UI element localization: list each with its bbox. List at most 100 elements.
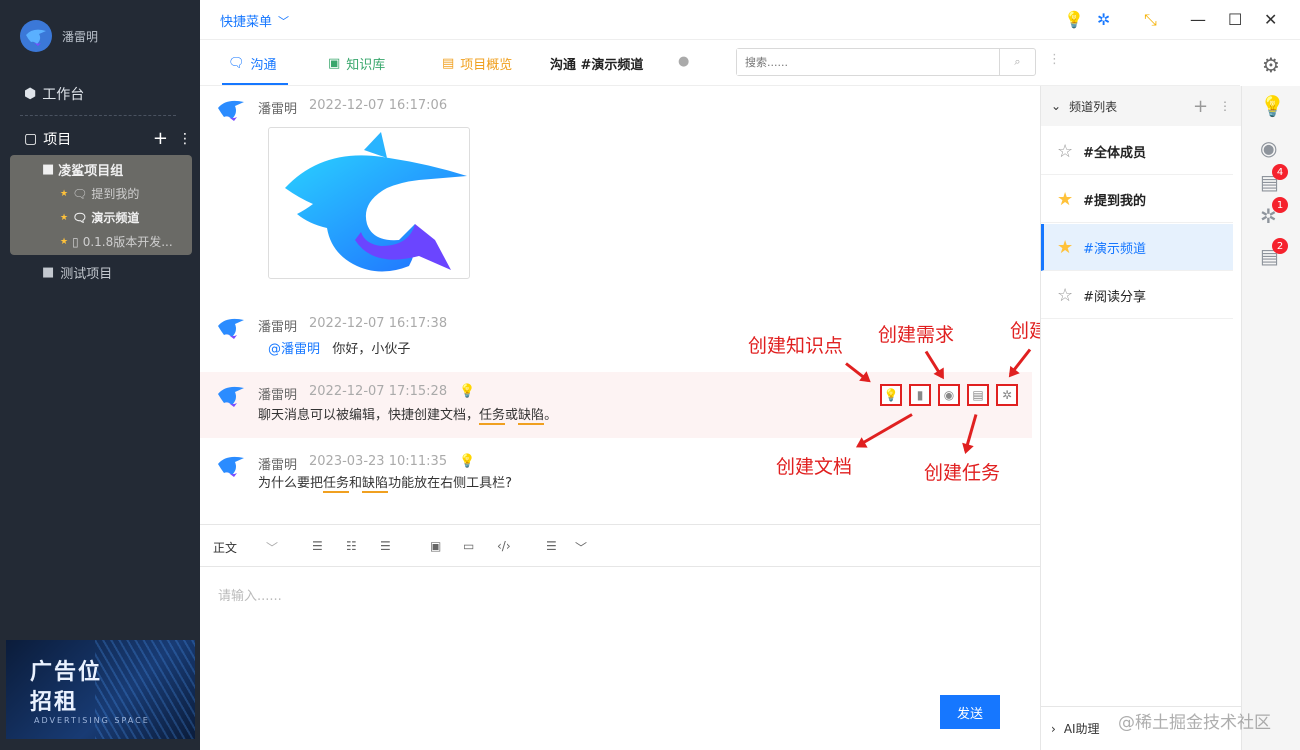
- tab-bar: 🗨 沟通 ▣ 知识库 ▤ 项目概览 沟通 #演示频道 ● ⌕ ⋮: [200, 40, 1240, 86]
- grid-icon: ▢: [24, 130, 38, 147]
- channel-name: #全体成员: [1083, 145, 1147, 161]
- tree-item-mentions[interactable]: ★ 🗨 提到我的: [60, 185, 139, 202]
- ordered-list-icon[interactable]: ☷: [346, 539, 357, 553]
- bug-icon[interactable]: ✲: [1097, 10, 1110, 29]
- channel-item[interactable]: ☆ #全体成员: [1041, 128, 1233, 175]
- star-outline-icon[interactable]: ☆: [1057, 141, 1073, 162]
- folder-icon: ■: [42, 162, 55, 177]
- add-channel-icon[interactable]: +: [1193, 96, 1208, 117]
- text-style-select[interactable]: 正文: [213, 539, 237, 556]
- create-bug-icon[interactable]: ✲: [996, 384, 1018, 406]
- message-input[interactable]: 请输入......: [218, 585, 282, 604]
- checklist-icon[interactable]: ☰: [380, 539, 391, 553]
- format-icon[interactable]: ☰: [546, 539, 557, 553]
- folder-icon: ■: [42, 265, 55, 280]
- star-icon: ★: [60, 188, 69, 199]
- tab-label: 知识库: [346, 58, 386, 73]
- star-outline-icon[interactable]: ☆: [1057, 285, 1073, 306]
- bullet-list-icon[interactable]: ☰: [312, 539, 323, 553]
- create-knowledge-icon[interactable]: 💡: [880, 384, 902, 406]
- mention-link[interactable]: @潘雷明: [268, 342, 320, 357]
- member-icon[interactable]: ●: [678, 54, 689, 69]
- chat-area: 潘雷明 2022-12-07 16:17:06 潘雷明 2022-12-07 16:…: [200, 86, 1040, 524]
- chevron-right-icon: ›: [1051, 721, 1056, 736]
- avatar: [218, 386, 244, 407]
- close-icon[interactable]: ✕: [1264, 10, 1277, 29]
- bulb-icon: 💡: [459, 384, 476, 399]
- add-project-icon[interactable]: +: [153, 128, 168, 149]
- maximize-icon[interactable]: ☐: [1228, 10, 1242, 29]
- create-doc-icon[interactable]: ▮: [909, 384, 931, 406]
- more-icon[interactable]: ⋮: [178, 131, 192, 147]
- tab-knowledge[interactable]: ▣ 知识库: [328, 54, 385, 73]
- channel-item[interactable]: ★ #提到我的: [1041, 176, 1233, 223]
- bulb-icon: 💡: [459, 454, 476, 469]
- chevron-down-icon[interactable]: ﹀: [266, 539, 278, 556]
- user-profile[interactable]: 潘雷明: [20, 20, 98, 52]
- message-time: 2022-12-07 16:17:06: [309, 98, 448, 113]
- project-group-item[interactable]: ■ 凌鲨项目组: [42, 160, 123, 179]
- star-filled-icon[interactable]: ★: [1057, 189, 1073, 210]
- message-author: 潘雷明: [258, 388, 298, 403]
- annotation-create-knowledge: 创建知识点: [748, 335, 844, 357]
- tree-item-test-project[interactable]: ■ 测试项目: [42, 263, 112, 282]
- chevron-down-icon[interactable]: ﹀: [575, 539, 587, 556]
- search-input[interactable]: [737, 49, 999, 75]
- gear-icon[interactable]: ⚙: [1262, 53, 1280, 77]
- more-icon[interactable]: ⋮: [1048, 52, 1061, 67]
- top-bar: 快捷菜单 ﹀ 💡 ✲ ⤡ — ☐ ✕: [200, 0, 1300, 40]
- code-icon[interactable]: ‹/›: [497, 539, 511, 553]
- quick-menu[interactable]: 快捷菜单 ﹀: [220, 11, 289, 31]
- message-editor: 正文 ﹀ ☰ ☷ ☰ ▣ ▭ ‹/› ☰ ﹀ 请输入...... 发送: [200, 524, 1040, 750]
- create-requirement-icon[interactable]: ◉: [938, 384, 960, 406]
- channel-name: #阅读分享: [1083, 289, 1147, 305]
- chat-icon: 🗨: [72, 186, 88, 201]
- project-group-name: 凌鲨项目组: [58, 164, 124, 179]
- project-header: ▢ 项目 + ⋮: [24, 128, 192, 149]
- left-sidebar: 潘雷明 ⬢ 工作台 ▢ 项目 + ⋮ ■ 凌鲨项目组 ★ 🗨 提到我的 ★ 🗨 …: [0, 0, 200, 750]
- create-task-icon[interactable]: ▤: [967, 384, 989, 406]
- chevron-down-icon[interactable]: ⌄: [1051, 99, 1061, 113]
- shark-logo-image: [285, 132, 467, 272]
- tree-item-doc[interactable]: ★ ▯ 0.1.8版本开发...: [60, 233, 173, 250]
- message-keyword[interactable]: 缺陷: [518, 408, 545, 425]
- tab-overview[interactable]: ▤ 项目概览: [442, 54, 512, 73]
- channel-item[interactable]: ☆ #阅读分享: [1041, 272, 1233, 319]
- message-actions: 💡 ▮ ◉ ▤ ✲: [880, 384, 1018, 406]
- image-icon[interactable]: ▣: [430, 539, 441, 553]
- message-text: 你好，小伙子: [332, 342, 411, 357]
- search-icon[interactable]: ⌕: [999, 49, 1035, 75]
- tab-chat[interactable]: 🗨 沟通: [228, 54, 277, 73]
- collapse-icon[interactable]: ⤡: [1144, 10, 1157, 30]
- quick-menu-label: 快捷菜单: [220, 15, 273, 30]
- ad-caption: ADVERTISING SPACE: [34, 716, 150, 725]
- send-button[interactable]: 发送: [940, 695, 1000, 729]
- bulb-icon[interactable]: 💡: [1064, 10, 1084, 29]
- channel-title: 沟通 #演示频道: [550, 58, 644, 73]
- divider: [20, 115, 176, 116]
- more-icon[interactable]: ⋮: [1219, 99, 1231, 113]
- minimize-icon[interactable]: —: [1190, 10, 1206, 29]
- message-time: 2022-12-07 16:17:38: [309, 316, 448, 331]
- channel-list-panel: ⌄ 频道列表 + ⋮ ☆ #全体成员 ★ #提到我的 ★ #演示频道 ☆ #阅读…: [1040, 86, 1241, 750]
- message-keyword[interactable]: 缺陷: [362, 476, 389, 493]
- avatar[interactable]: [20, 20, 52, 52]
- message-text: 聊天消息可以被编辑，快捷创建文档，: [258, 408, 480, 423]
- tree-item-label: 演示频道: [91, 211, 140, 225]
- task-count-badge: 4: [1272, 164, 1288, 180]
- user-name: 潘雷明: [62, 29, 99, 44]
- message-keyword[interactable]: 任务: [479, 408, 506, 425]
- star-filled-icon[interactable]: ★: [1057, 237, 1073, 258]
- channel-name: #演示频道: [1083, 241, 1147, 257]
- message-keyword[interactable]: 任务: [323, 476, 350, 493]
- tree-item-demo-channel[interactable]: ★ 🗨 演示频道: [60, 209, 139, 226]
- ad-banner[interactable]: 广告位 招租 ADVERTISING SPACE: [6, 640, 195, 739]
- requirement-pin-icon[interactable]: ◉: [1260, 136, 1277, 160]
- message-image[interactable]: [268, 127, 470, 279]
- channel-item-active[interactable]: ★ #演示频道: [1041, 224, 1233, 271]
- folder-icon[interactable]: ▭: [463, 539, 474, 553]
- right-toolbar: 💡 ◉ ▤ 4 ✲ 1 ▤ 2: [1241, 86, 1300, 750]
- knowledge-icon[interactable]: 💡: [1260, 94, 1285, 118]
- message-time: 2023-03-23 10:11:35: [309, 454, 448, 469]
- nav-workbench[interactable]: ⬢ 工作台: [24, 84, 84, 104]
